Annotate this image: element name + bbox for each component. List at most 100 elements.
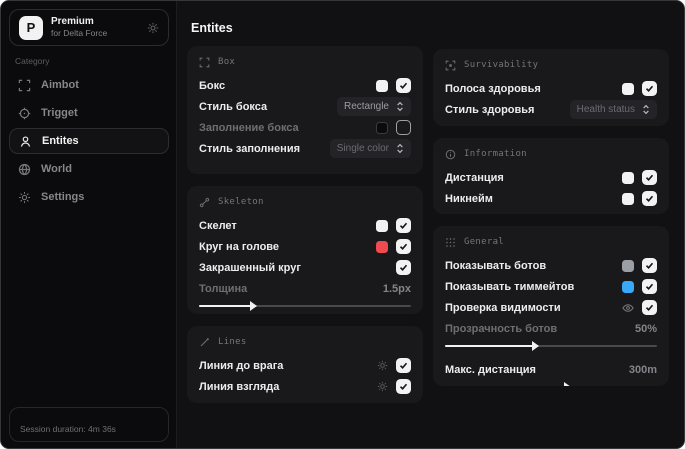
color-swatch[interactable] — [622, 192, 634, 205]
setting-row-box-style: Стиль бокса Rectangle — [199, 96, 411, 117]
setting-row-max-distance: Макс. дистанция 300m — [445, 359, 657, 380]
line-icon — [199, 337, 210, 348]
brand-logo: P — [19, 15, 43, 40]
color-swatch[interactable] — [376, 219, 388, 232]
globe-icon — [18, 163, 31, 176]
panel-header-label: Information — [464, 149, 527, 159]
setting-label: Бокс — [199, 79, 226, 92]
gear-icon[interactable] — [147, 22, 159, 34]
panel-header: Information — [445, 147, 657, 161]
checkbox-checked[interactable] — [642, 279, 657, 294]
box-style-dropdown[interactable]: Rectangle — [336, 97, 411, 116]
color-swatch[interactable] — [622, 82, 634, 95]
brand-text: Premium for Delta Force — [51, 16, 107, 39]
target-dot-icon — [445, 60, 456, 71]
checkbox-checked[interactable] — [396, 379, 411, 394]
setting-label: Стиль здоровья — [445, 103, 535, 116]
sidebar: P Premium for Delta Force Category Aimbo… — [1, 1, 177, 448]
color-swatch[interactable] — [376, 240, 388, 253]
checkbox-checked[interactable] — [396, 218, 411, 233]
setting-row-show-bots: Показывать ботов — [445, 255, 657, 276]
checkbox-checked[interactable] — [642, 258, 657, 273]
gear-icon — [18, 191, 31, 204]
eye-icon[interactable] — [622, 303, 634, 313]
color-swatch[interactable] — [376, 79, 388, 92]
setting-row-filled-circle: Закрашенный круг — [199, 257, 411, 278]
panel-header: General — [445, 235, 657, 249]
box-icon — [199, 57, 210, 68]
setting-row-bot-opacity: Прозрачность ботов 50% — [445, 318, 657, 339]
color-swatch[interactable] — [622, 171, 634, 184]
setting-row-view-line: Линия взгляда — [199, 376, 411, 397]
setting-value: 50% — [634, 322, 657, 335]
setting-label: Показывать тиммейтов — [445, 280, 575, 293]
session-duration-box: Session duration: 4m 36s — [9, 407, 169, 442]
checkbox-checked[interactable] — [396, 239, 411, 254]
checkbox-unchecked[interactable] — [396, 120, 411, 135]
setting-row-nickname: Никнейм — [445, 188, 657, 209]
sidebar-item-world[interactable]: World — [9, 156, 169, 182]
gear-icon[interactable] — [377, 381, 388, 392]
checkbox-checked[interactable] — [642, 170, 657, 185]
panel-header: Box — [199, 55, 411, 69]
thickness-slider[interactable] — [199, 300, 411, 312]
setting-label: Макс. дистанция — [445, 363, 536, 376]
setting-row-enemy-line: Линия до врага — [199, 355, 411, 376]
setting-label: Показывать ботов — [445, 259, 547, 272]
setting-row-show-teammates: Показывать тиммейтов — [445, 276, 657, 297]
panel-survivability: Survivability Полоса здоровья Стиль здор… — [433, 49, 669, 126]
scan-icon — [18, 79, 31, 92]
panel-header-label: Skeleton — [218, 197, 264, 207]
setting-value: 300m — [628, 363, 657, 376]
chevron-updown-icon — [396, 143, 404, 154]
panel-header-label: General — [464, 237, 505, 247]
setting-row-visibility-check: Проверка видимости — [445, 297, 657, 318]
brand-title: Premium — [51, 16, 94, 27]
setting-label: Никнейм — [445, 192, 493, 205]
chevron-updown-icon — [642, 104, 650, 115]
setting-label: Прозрачность ботов — [445, 322, 558, 335]
sidebar-item-settings[interactable]: Settings — [9, 184, 169, 210]
health-style-dropdown[interactable]: Health status — [569, 100, 657, 119]
setting-row-skeleton: Скелет — [199, 215, 411, 236]
app-window: P Premium for Delta Force Category Aimbo… — [0, 0, 685, 449]
color-swatch[interactable] — [622, 280, 634, 293]
category-label: Category — [15, 56, 50, 66]
sidebar-item-label: Settings — [41, 191, 85, 203]
checkbox-checked[interactable] — [396, 358, 411, 373]
slider-thumb[interactable] — [532, 341, 540, 351]
color-swatch[interactable] — [376, 121, 388, 134]
setting-value: 1.5px — [382, 282, 411, 295]
crosshair-icon — [18, 107, 31, 120]
brand-subtitle: for Delta Force — [51, 28, 108, 38]
checkbox-checked[interactable] — [642, 191, 657, 206]
checkbox-checked[interactable] — [396, 78, 411, 93]
grid-icon — [445, 237, 456, 248]
panel-header: Skeleton — [199, 195, 411, 209]
checkbox-checked[interactable] — [642, 81, 657, 96]
setting-label: Линия до врага — [199, 359, 284, 372]
checkbox-checked[interactable] — [396, 260, 411, 275]
dropdown-value: Health status — [576, 104, 635, 115]
slider-thumb[interactable] — [563, 382, 571, 386]
gear-icon[interactable] — [377, 360, 388, 371]
sidebar-item-aimbot[interactable]: Aimbot — [9, 72, 169, 98]
checkbox-checked[interactable] — [642, 300, 657, 315]
brand-card: P Premium for Delta Force — [9, 9, 169, 46]
color-swatch[interactable] — [622, 259, 634, 272]
setting-row-distance: Дистанция — [445, 167, 657, 188]
panel-header: Lines — [199, 335, 411, 349]
setting-row-health-style: Стиль здоровья Health status — [445, 99, 657, 120]
panel-skeleton: Skeleton Скелет Круг на голове Закрашенн… — [187, 186, 423, 314]
fill-style-dropdown[interactable]: Single color — [329, 139, 411, 158]
session-duration-text: Session duration: 4m 36s — [20, 424, 116, 434]
max-distance-slider[interactable] — [445, 381, 657, 386]
bot-opacity-slider[interactable] — [445, 340, 657, 352]
sidebar-item-label: World — [41, 163, 72, 175]
slider-thumb[interactable] — [250, 301, 257, 311]
main-content: Entites Box Бокс Стиль бокса Rectangle З… — [177, 1, 684, 448]
setting-row-thickness: Толщина 1.5px — [199, 278, 411, 299]
dropdown-value: Rectangle — [343, 101, 389, 112]
sidebar-item-entites[interactable]: Entites — [9, 128, 169, 154]
sidebar-item-trigget[interactable]: Trigget — [9, 100, 169, 126]
